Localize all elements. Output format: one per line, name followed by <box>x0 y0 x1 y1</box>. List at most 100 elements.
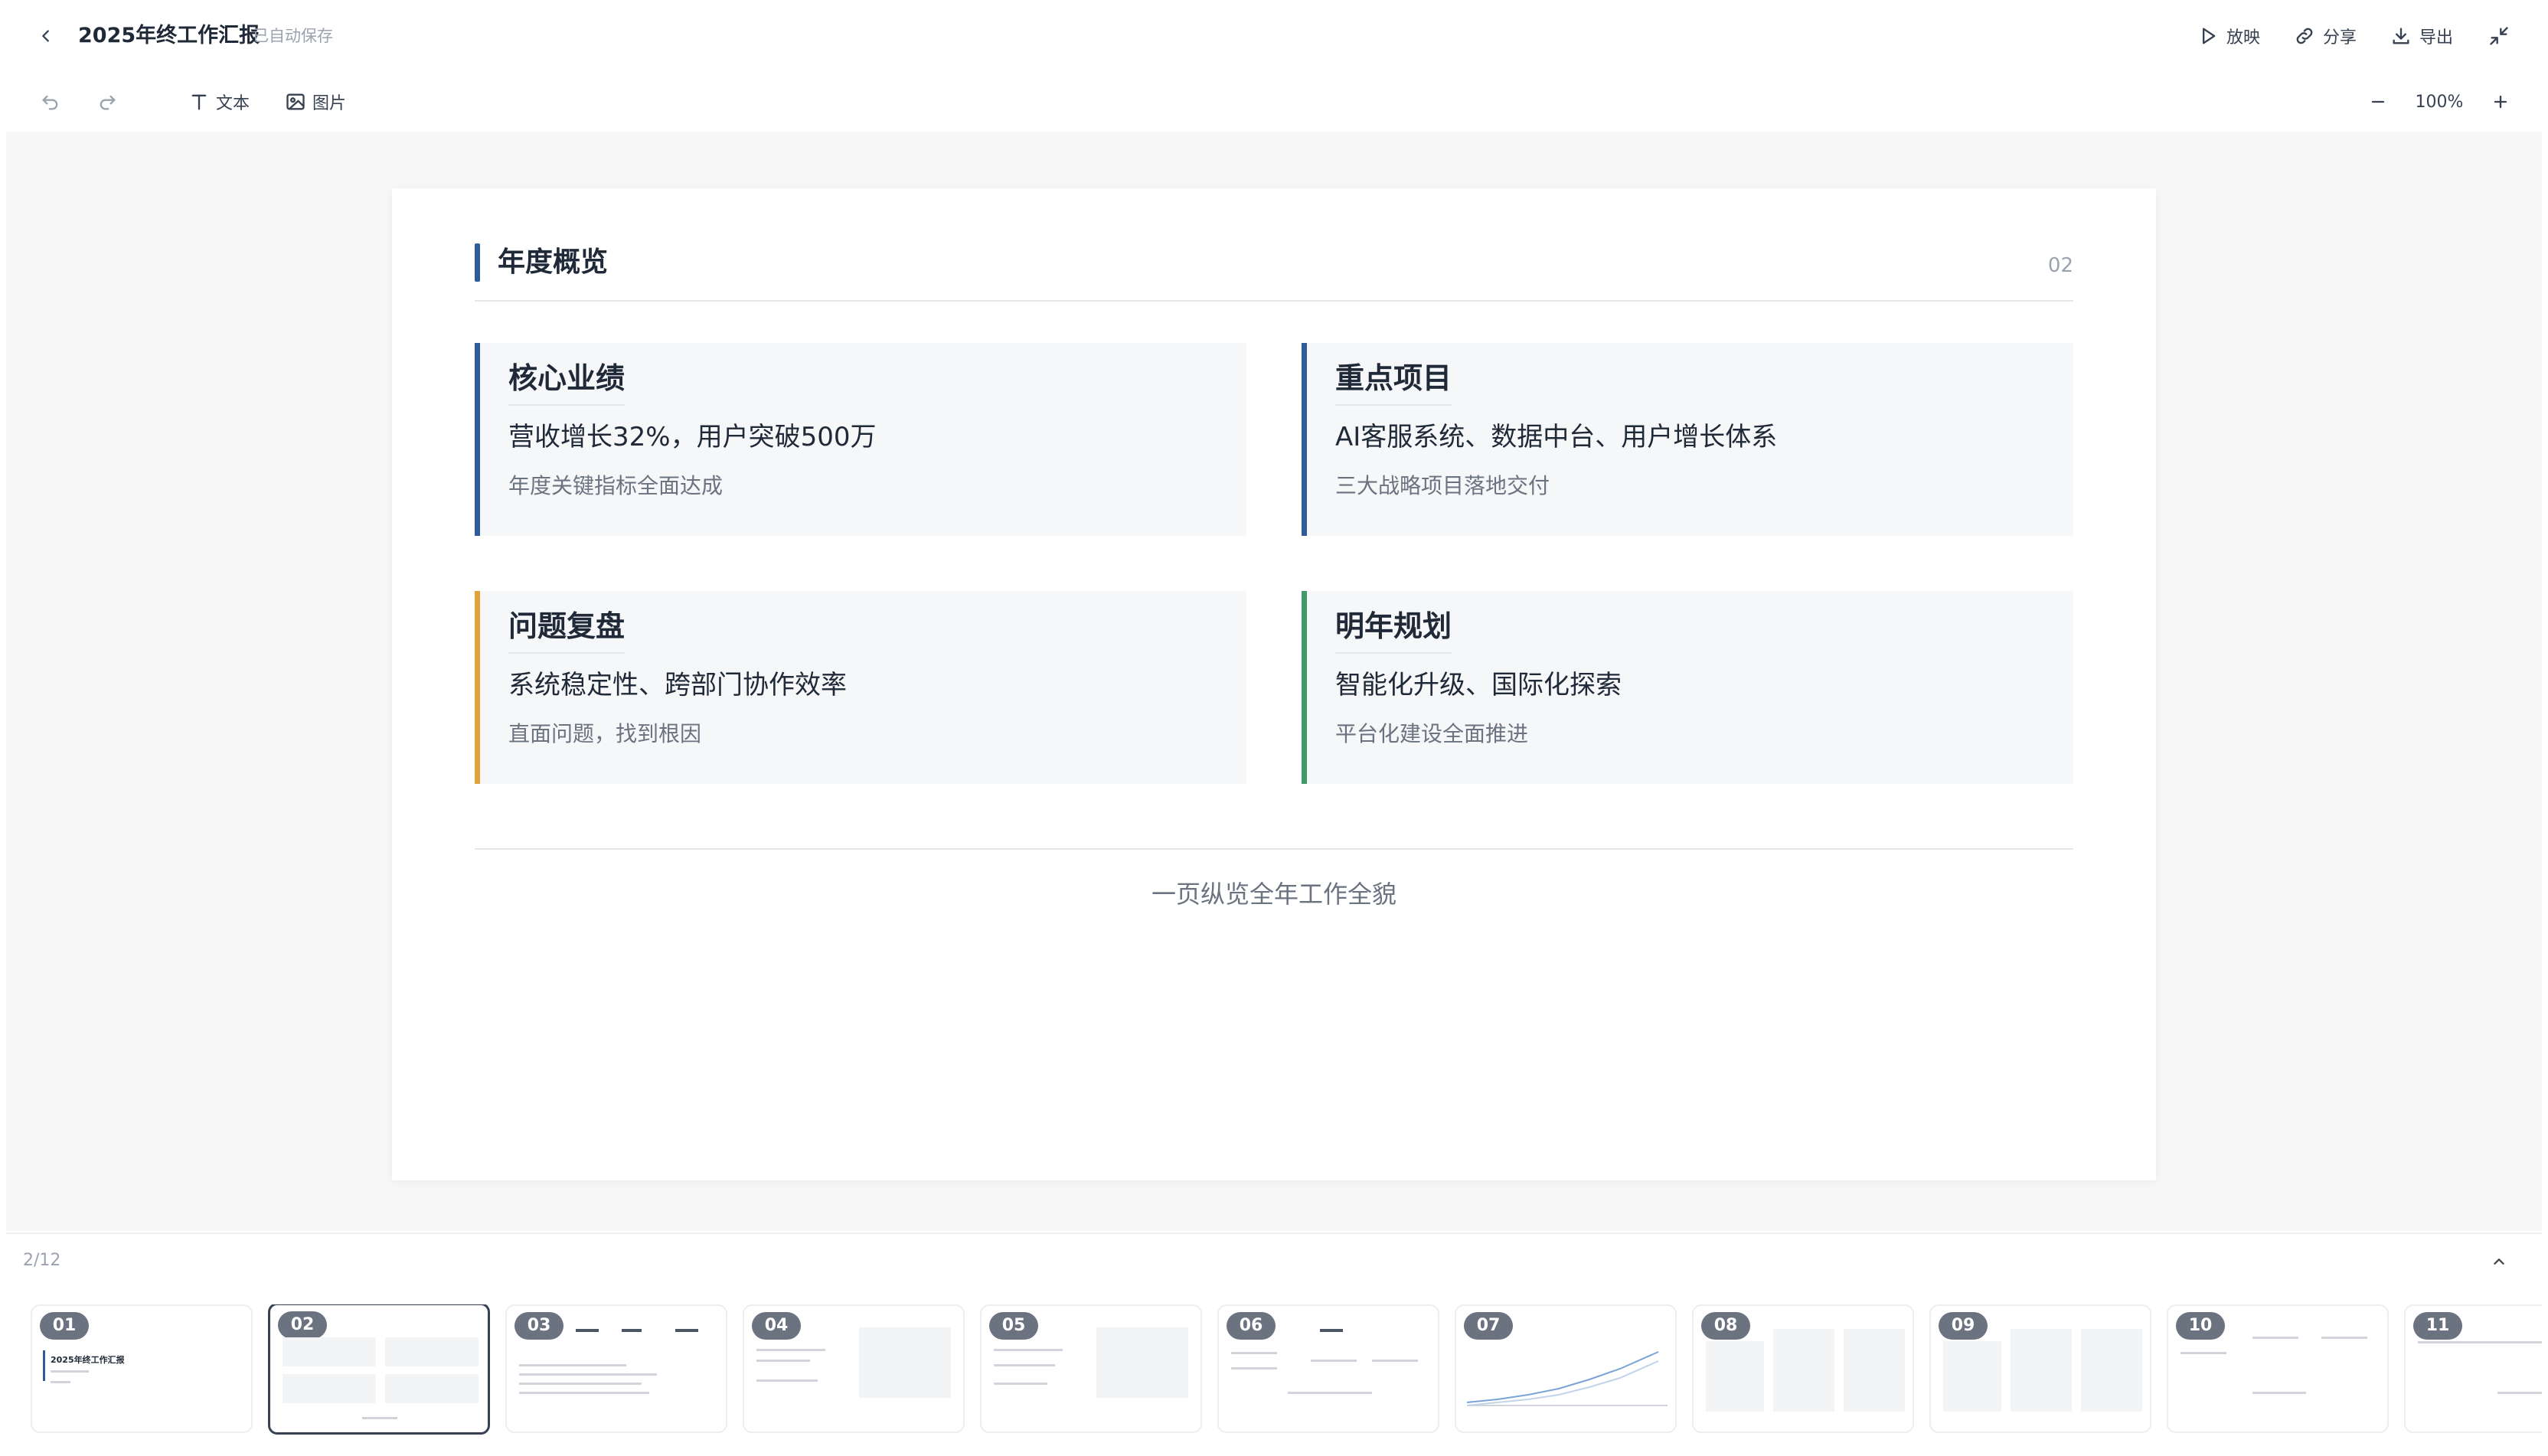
mini-card <box>385 1337 479 1366</box>
card-title[interactable]: 重点项目 <box>1335 358 1452 406</box>
card-title[interactable]: 核心业绩 <box>508 358 626 406</box>
mini-line <box>519 1373 657 1376</box>
mini-line <box>1231 1367 1277 1369</box>
slide-divider <box>475 848 2073 850</box>
export-button[interactable]: 导出 <box>2384 18 2459 54</box>
mini-line <box>51 1381 70 1383</box>
mini-card <box>2081 1329 2142 1412</box>
card-main-text[interactable]: 营收增长32%，用户突破500万 <box>508 419 876 455</box>
thumbnail-slide-7[interactable]: 07 <box>1455 1304 1677 1433</box>
card-title[interactable]: 明年规划 <box>1335 606 1452 654</box>
mini-line <box>2252 1337 2298 1339</box>
mini-line <box>2321 1337 2367 1339</box>
card-main-text[interactable]: 智能化升级、国际化探索 <box>1335 668 1622 703</box>
redo-button[interactable] <box>87 84 127 119</box>
mini-line <box>756 1349 825 1351</box>
thumbnail-slide-10[interactable]: 10 <box>2167 1304 2389 1433</box>
card-sub-text[interactable]: 三大战略项目落地交付 <box>1335 472 1550 501</box>
collapse-strip-button[interactable] <box>2485 1248 2513 1275</box>
thumbnail-slide-5[interactable]: 05 <box>980 1304 1202 1433</box>
card-accent-bar <box>1302 591 1307 784</box>
text-icon <box>191 94 207 110</box>
card-sub-text[interactable]: 年度关键指标全面达成 <box>508 472 723 501</box>
mini-line <box>2418 1341 2542 1343</box>
mini-line <box>756 1360 810 1362</box>
thumbnail-slide-9[interactable]: 09 <box>1929 1304 2151 1433</box>
back-button[interactable] <box>31 21 61 51</box>
mini-line <box>2252 1392 2306 1394</box>
thumbnail-slide-2[interactable]: 02 <box>268 1304 490 1435</box>
thumbnail-slide-11[interactable]: 11 <box>2404 1304 2542 1433</box>
card-sub-text[interactable]: 平台化建设全面推进 <box>1335 720 1528 749</box>
mini-card <box>1706 1341 1764 1412</box>
mini-accent <box>43 1350 45 1381</box>
zoom-out-button[interactable] <box>2358 84 2398 119</box>
thumbnail-slide-8[interactable]: 08 <box>1692 1304 1914 1433</box>
mini-line <box>51 1370 89 1373</box>
card-core-performance[interactable]: 核心业绩 营收增长32%，用户突破500万 年度关键指标全面达成 <box>475 343 1246 536</box>
thumbnail-slide-3[interactable]: 03 <box>505 1304 727 1433</box>
mini-line <box>519 1383 642 1385</box>
zoom-in-button[interactable] <box>2481 84 2520 119</box>
toolbar-left: 文本 图片 <box>31 81 355 122</box>
share-button[interactable]: 分享 <box>2288 18 2363 54</box>
mini-card <box>1773 1329 1834 1412</box>
current-slide[interactable]: 年度概览 02 核心业绩 营收增长32%，用户突破500万 年度关键指标全面达成… <box>392 188 2156 1180</box>
collapse-window-button[interactable] <box>2481 18 2517 54</box>
mini-line <box>2180 1352 2226 1354</box>
mini-line <box>362 1417 397 1419</box>
undo-button[interactable] <box>31 84 70 119</box>
thumbnail-badge: 06 <box>1227 1312 1276 1340</box>
mini-line <box>994 1349 1063 1351</box>
zoom-controls: 100% <box>2358 81 2520 122</box>
top-actions: 放映 分享 导出 <box>2191 18 2517 54</box>
document-title[interactable]: 2025年终工作汇报 <box>78 23 260 49</box>
mini-line <box>756 1379 818 1382</box>
page-indicator: 2/12 <box>23 1251 61 1270</box>
card-title[interactable]: 问题复盘 <box>508 606 626 654</box>
mini-card <box>385 1374 479 1403</box>
thumbnail-badge: 03 <box>514 1312 564 1340</box>
minus-icon <box>2371 100 2385 103</box>
thumbnail-slide-6[interactable]: 06 <box>1217 1304 1439 1433</box>
undo-icon <box>42 95 58 110</box>
card-accent-bar <box>475 591 480 784</box>
mini-line <box>675 1329 698 1332</box>
play-icon <box>2202 28 2216 44</box>
slide-canvas: 年度概览 02 核心业绩 营收增长32%，用户突破500万 年度关键指标全面达成… <box>6 132 2542 1231</box>
redo-icon <box>100 95 116 110</box>
editor-toolbar: 文本 图片 100% <box>0 72 2548 132</box>
mini-line <box>994 1383 1047 1385</box>
slide-footer-text[interactable]: 一页纵览全年工作全貌 <box>392 877 2156 911</box>
insert-image-button[interactable]: 图片 <box>276 84 355 119</box>
card-next-year-plan[interactable]: 明年规划 智能化升级、国际化探索 平台化建设全面推进 <box>1302 591 2073 784</box>
present-button[interactable]: 放映 <box>2191 18 2266 54</box>
thumbnail-strip: 2/12 01 2025年终工作汇报 02 03 04 05 06 07 08 … <box>6 1232 2542 1456</box>
present-label: 放映 <box>2226 28 2260 47</box>
mini-line <box>1231 1352 1277 1354</box>
card-main-text[interactable]: 系统稳定性、跨部门协作效率 <box>508 668 847 703</box>
card-sub-text[interactable]: 直面问题，找到根因 <box>508 720 701 749</box>
slide-header: 年度概览 02 <box>475 243 2073 302</box>
minimize-icon <box>2490 27 2508 45</box>
thumbnail-slide-4[interactable]: 04 <box>743 1304 965 1433</box>
mini-card <box>859 1327 951 1398</box>
thumbnail-slide-1[interactable]: 01 2025年终工作汇报 <box>31 1304 253 1433</box>
mini-line <box>2497 1392 2542 1394</box>
mini-line <box>1311 1360 1357 1362</box>
download-icon <box>2393 28 2409 44</box>
card-main-text[interactable]: AI客服系统、数据中台、用户增长体系 <box>1335 419 1777 455</box>
top-bar: 2025年终工作汇报 已自动保存 放映 分享 导出 <box>0 0 2548 72</box>
link-icon <box>2296 28 2313 44</box>
card-problem-review[interactable]: 问题复盘 系统稳定性、跨部门协作效率 直面问题，找到根因 <box>475 591 1246 784</box>
export-label: 导出 <box>2419 28 2453 47</box>
insert-text-button[interactable]: 文本 <box>179 84 259 119</box>
card-key-projects[interactable]: 重点项目 AI客服系统、数据中台、用户增长体系 三大战略项目落地交付 <box>1302 343 2073 536</box>
mini-card <box>2011 1329 2072 1412</box>
card-accent-bar <box>1302 343 1307 536</box>
insert-text-label: 文本 <box>216 94 250 113</box>
thumbnail-badge: 01 <box>40 1312 89 1340</box>
slide-title[interactable]: 年度概览 <box>498 245 608 280</box>
slide-number: 02 <box>2047 254 2073 277</box>
mini-card <box>1844 1329 1905 1412</box>
